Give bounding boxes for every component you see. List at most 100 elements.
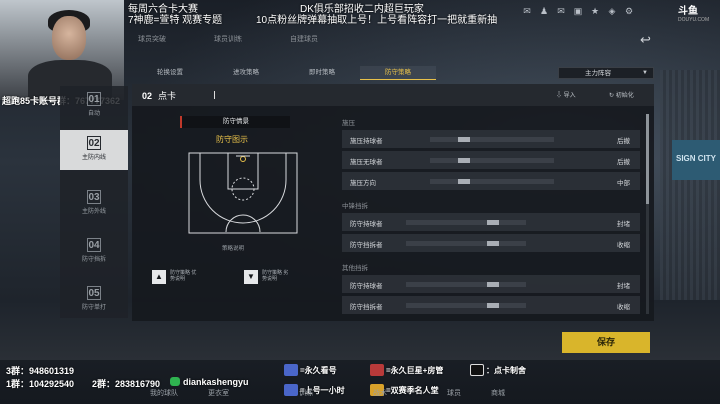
- setting-label: 施压方向: [350, 180, 376, 187]
- bottom-tab-my-team[interactable]: 我的球队: [150, 388, 178, 398]
- defense-scene-header: 防守情景: [180, 116, 290, 128]
- setting-row[interactable]: 防守持球者 封堵: [342, 275, 640, 293]
- settings-scrollbar[interactable]: [646, 114, 649, 314]
- setting-slider-fill: [458, 158, 470, 163]
- setting-slider-fill: [487, 241, 499, 246]
- scrollbar-thumb[interactable]: [646, 114, 649, 204]
- bottom-tab-tactics[interactable]: 战术: [373, 388, 387, 398]
- nav-preset-05[interactable]: 05 防守单打: [60, 280, 128, 320]
- bottom-tab-training[interactable]: 训练: [299, 388, 313, 398]
- setting-value: 收缩: [617, 304, 630, 311]
- chat-icon[interactable]: ✉: [522, 6, 532, 16]
- strength-legend-text: 防守策略 优势说明: [170, 270, 197, 282]
- tab-instant-strategy[interactable]: 即时策略: [284, 66, 360, 80]
- back-arrow-icon[interactable]: ↩: [640, 32, 651, 48]
- chevron-down-icon: ▼: [642, 70, 648, 76]
- initialize-button[interactable]: ↻ 初始化: [609, 90, 634, 99]
- defense-settings-list: 施压 施压持球者 后撤 施压无球者 后撤 施压方向 中部 中锋挡拆 防守持球者 …: [342, 114, 642, 318]
- setting-slider-fill: [458, 179, 470, 184]
- tab-offense-strategy[interactable]: 进攻策略: [208, 66, 284, 80]
- section-center-pick: 中锋挡拆: [342, 203, 368, 210]
- wechat-text: diankashengyu: [183, 377, 249, 387]
- setting-slider[interactable]: [406, 303, 526, 308]
- star-icon[interactable]: ★: [590, 6, 600, 16]
- initialize-label: 初始化: [615, 93, 634, 99]
- bottom-tab-locker[interactable]: 更衣室: [208, 388, 229, 398]
- overlay-watch-text: 7神鹿=萱特 观赛专题: [128, 15, 223, 26]
- setting-row[interactable]: 施压方向 中部: [342, 172, 640, 190]
- import-label: 导入: [563, 93, 576, 99]
- wechat-icon: [170, 377, 180, 386]
- setting-slider[interactable]: [406, 220, 526, 225]
- half-court-diagram: [188, 152, 298, 234]
- up-arrow-icon: ▲: [152, 270, 166, 284]
- setting-slider[interactable]: [430, 137, 554, 142]
- promo-dianka: ：点卡制舍: [470, 364, 526, 376]
- bottom-tab-shop[interactable]: 商城: [491, 388, 505, 398]
- gift-icon: [370, 364, 384, 376]
- nav-preset-02[interactable]: 02 主防内线: [60, 130, 128, 170]
- import-button[interactable]: ⇩ 导入: [556, 90, 576, 99]
- tactic-number: 02: [142, 91, 153, 101]
- weakness-legend-text: 防守策略 劣势说明: [262, 270, 289, 282]
- text-cursor-icon: [214, 91, 219, 99]
- setting-value: 后撤: [617, 159, 630, 166]
- tactic-name[interactable]: 02 点卡: [142, 89, 176, 102]
- gear-icon[interactable]: ⚙: [624, 6, 634, 16]
- arena-banner: SIGN CITY: [672, 140, 720, 180]
- nav-preset-number: 03: [87, 190, 101, 204]
- nav-preset-01[interactable]: 01 自动: [60, 86, 128, 126]
- setting-row[interactable]: 防守持球者 封堵: [342, 213, 640, 231]
- section-other-pick: 其他挡拆: [342, 265, 368, 272]
- setting-slider[interactable]: [406, 241, 526, 246]
- shield-icon[interactable]: ◈: [607, 6, 617, 16]
- setting-slider[interactable]: [430, 158, 554, 163]
- setting-row[interactable]: 施压无球者 后撤: [342, 151, 640, 169]
- lineup-dropdown-value: 主力阵容: [585, 70, 611, 77]
- game-header-tabs: 球员突破 球员训练 自建球员: [138, 34, 318, 44]
- setting-value: 后撤: [617, 138, 630, 145]
- setting-value: 封堵: [617, 283, 630, 290]
- panel-header: 02 点卡 ⇩ 导入 ↻ 初始化: [132, 84, 654, 106]
- wechat-id: diankashengyu: [170, 377, 249, 387]
- tab-created-player[interactable]: 自建球员: [290, 34, 318, 44]
- tactic-title-input[interactable]: 点卡: [158, 91, 176, 101]
- douyu-logo: 斗鱼 DOUYU.COM: [678, 2, 716, 23]
- tab-rotation[interactable]: 轮换设置: [132, 66, 208, 80]
- nav-preset-03[interactable]: 03 主防外线: [60, 184, 128, 224]
- setting-slider[interactable]: [406, 282, 526, 287]
- setting-row[interactable]: 施压持球者 后撤: [342, 130, 640, 148]
- down-arrow-icon: ▼: [244, 270, 258, 284]
- lineup-dropdown[interactable]: 主力阵容 ▼: [558, 67, 654, 79]
- fan-group-3: 3群：948601319: [6, 366, 75, 376]
- promo-text: =永久看号: [300, 366, 337, 375]
- fan-group-1: 1群：104292540: [6, 379, 75, 389]
- setting-value: 收缩: [617, 242, 630, 249]
- setting-row[interactable]: 防守挡拆者 收缩: [342, 296, 640, 314]
- bottom-overlay: 3群：948601319 1群：104292540 2群：283816790 d…: [0, 360, 720, 404]
- setting-slider-fill: [487, 220, 499, 225]
- setting-label: 施压无球者: [350, 159, 383, 166]
- logo-subtext: DOUYU.COM: [678, 17, 710, 23]
- logo-text: 斗鱼: [678, 6, 698, 17]
- setting-label: 施压持球者: [350, 138, 383, 145]
- tab-player-training[interactable]: 球员训练: [214, 34, 242, 44]
- bottom-tab-players[interactable]: 球员: [447, 388, 461, 398]
- save-button[interactable]: 保存: [562, 332, 650, 353]
- notification-icon[interactable]: ♟: [539, 6, 549, 16]
- tab-player-breakthrough[interactable]: 球员突破: [138, 34, 166, 44]
- setting-slider-fill: [458, 137, 470, 142]
- tab-defense-strategy[interactable]: 防守策略: [360, 66, 436, 80]
- strength-legend: ▲ 防守策略 优势说明: [152, 270, 200, 284]
- setting-row[interactable]: 防守挡拆者 收缩: [342, 234, 640, 252]
- court-caption: 策略说明: [222, 246, 245, 252]
- setting-slider[interactable]: [430, 179, 554, 184]
- nav-preset-04[interactable]: 04 防守挡拆: [60, 232, 128, 272]
- mail-icon[interactable]: ✉: [556, 6, 566, 16]
- tv-icon[interactable]: ▣: [573, 6, 583, 16]
- gift-icon: [284, 364, 298, 376]
- setting-label: 防守挡拆者: [350, 304, 383, 311]
- nav-preset-number: 05: [87, 286, 101, 300]
- defense-strategy-panel: 02 点卡 ⇩ 导入 ↻ 初始化 防守情景 防守图示 策略说明 ▲ 防守策略 优势…: [132, 84, 654, 321]
- promo-text: ：点卡制舍: [486, 366, 526, 375]
